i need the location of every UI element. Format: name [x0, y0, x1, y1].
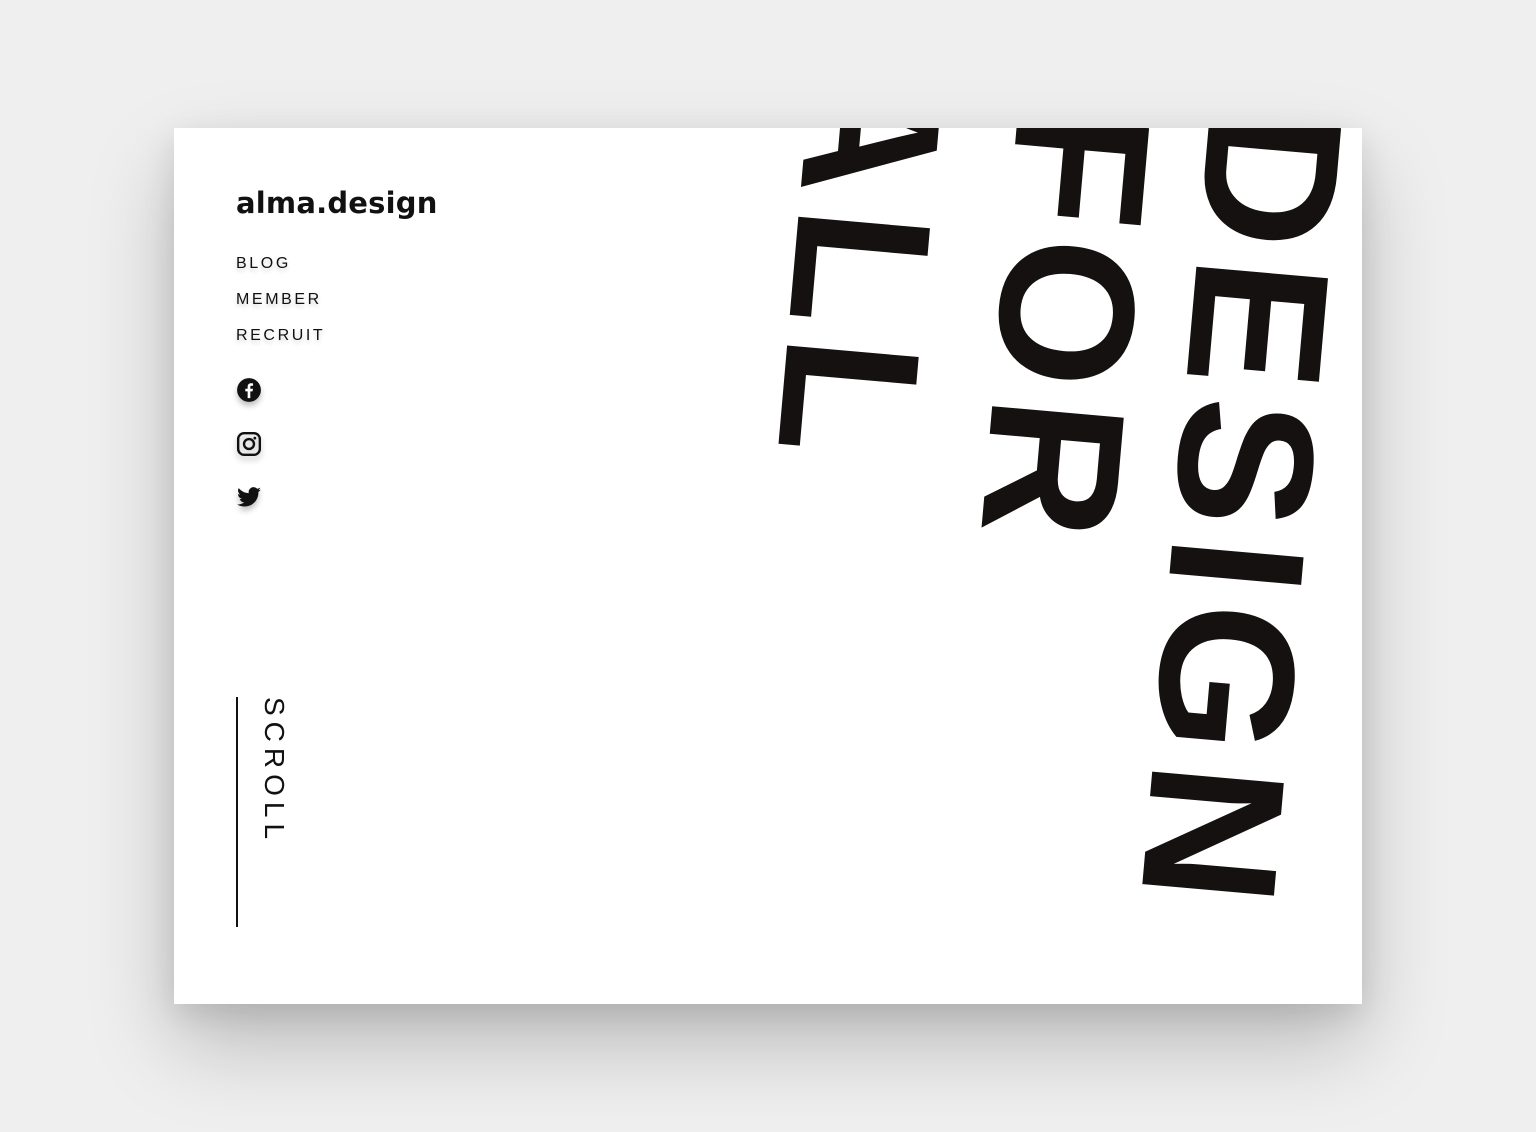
- hero-line-for: FOR: [939, 128, 1192, 559]
- instagram-link[interactable]: [236, 431, 262, 457]
- facebook-link[interactable]: [236, 377, 262, 403]
- site-logo[interactable]: alma.design: [236, 186, 438, 220]
- twitter-link[interactable]: [236, 484, 262, 510]
- hero-line-design: DESIGN: [1099, 128, 1362, 925]
- nav-item-recruit[interactable]: RECRUIT: [236, 326, 325, 362]
- hero-line-all: ALL: [736, 128, 986, 477]
- scroll-label[interactable]: SCROLL: [254, 697, 294, 845]
- hero-heading: DESIGN FOR ALL: [174, 128, 1362, 1004]
- instagram-icon: [236, 431, 262, 457]
- twitter-icon: [236, 484, 262, 510]
- main-nav: BLOG MEMBER RECRUIT: [236, 254, 325, 362]
- nav-item-blog[interactable]: BLOG: [236, 254, 325, 290]
- scroll-indicator-line: [236, 697, 238, 927]
- facebook-icon: [236, 377, 262, 403]
- nav-item-member[interactable]: MEMBER: [236, 290, 325, 326]
- hero-card: DESIGN FOR ALL alma.design BLOG MEMBER R…: [174, 128, 1362, 1004]
